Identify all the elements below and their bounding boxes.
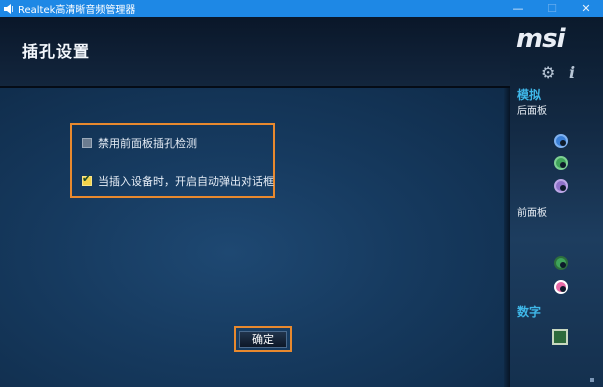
maximize-button[interactable]: ☐ — [535, 0, 569, 17]
minimize-button[interactable]: — — [501, 0, 535, 17]
option-label: 当插入设备时，开启自动弹出对话框 — [98, 175, 274, 188]
option-disable-front-jack-detection[interactable]: 禁用前面板插孔检测 — [82, 135, 197, 151]
gear-icon[interactable]: ⚙ — [541, 63, 555, 82]
page-title: 插孔设置 — [22, 42, 91, 61]
checkbox-auto-popup-dialog[interactable]: ✔ — [82, 172, 92, 186]
checkmark-icon: ✔ — [82, 172, 92, 185]
close-button[interactable]: ✕ — [569, 0, 603, 17]
checkbox-disable-front-jack-detection[interactable] — [82, 138, 92, 148]
section-front-panel: 前面板 — [517, 208, 547, 219]
ok-button[interactable]: 确定 — [239, 330, 287, 348]
section-back-panel: 后面板 — [517, 106, 547, 117]
section-digital: 数字 — [517, 305, 542, 319]
section-analog: 模拟 — [517, 88, 542, 102]
spdif-port-icon[interactable] — [552, 329, 568, 345]
page-header: 插孔设置 — [0, 17, 510, 87]
title-bar: Realtek高清晰音频管理器 — ☐ ✕ — [0, 0, 603, 17]
option-auto-popup-dialog[interactable]: ✔ 当插入设备时，开启自动弹出对话框 — [82, 172, 274, 189]
ok-button-highlight: 确定 — [234, 326, 292, 352]
msi-logo: msi — [516, 24, 565, 54]
jack-back-blue-icon[interactable] — [554, 134, 568, 148]
jack-back-green-icon[interactable] — [554, 156, 568, 170]
speaker-icon — [3, 3, 15, 15]
jack-back-purple-icon[interactable] — [554, 179, 568, 193]
info-icon[interactable]: i — [569, 63, 575, 82]
option-label: 禁用前面板插孔检测 — [98, 137, 197, 150]
jack-front-green-icon[interactable] — [554, 256, 568, 270]
jack-front-pink-icon[interactable] — [554, 280, 568, 294]
window-title: Realtek高清晰音频管理器 — [18, 5, 136, 16]
resize-grip-icon[interactable] — [590, 378, 594, 382]
